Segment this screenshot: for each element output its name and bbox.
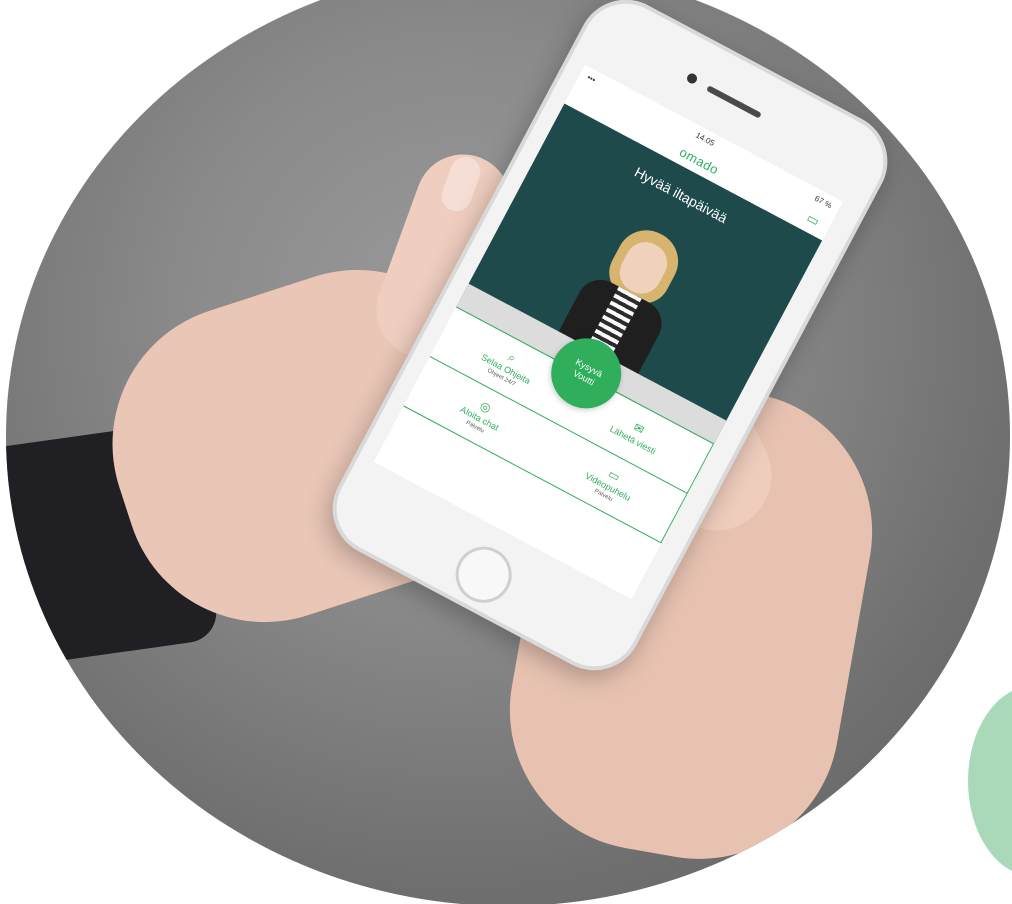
front-camera-icon	[685, 71, 699, 86]
home-button[interactable]	[445, 536, 522, 613]
speaker	[706, 85, 762, 119]
search-icon: ⌕	[505, 349, 519, 365]
photo-circle: ••• 14.05 67 % omado ▭ Hyvää iltapäivää	[6, 0, 1010, 904]
book-icon[interactable]: ▭	[804, 210, 826, 232]
stage: ••• 14.05 67 % omado ▭ Hyvää iltapäivää	[0, 0, 1012, 904]
status-signal: •••	[585, 72, 598, 85]
accent-circle	[968, 686, 1012, 876]
